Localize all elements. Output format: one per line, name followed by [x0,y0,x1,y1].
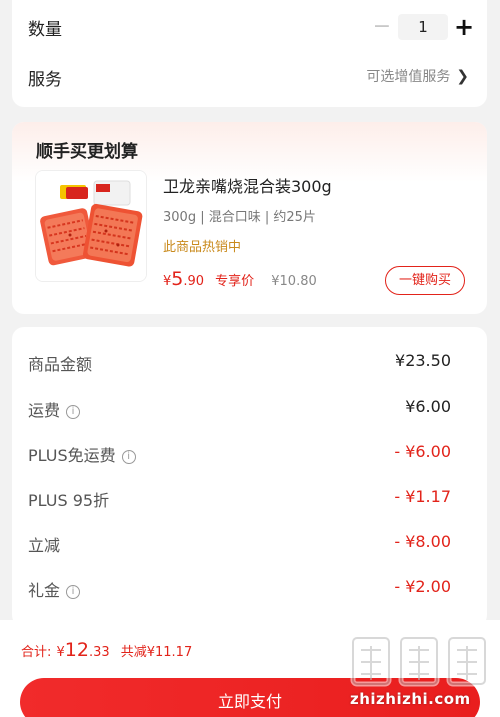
service-label: 服务 [28,70,62,90]
info-icon[interactable]: i [121,450,136,464]
spicy-strip-image [36,171,146,281]
info-icon[interactable]: i [66,405,81,419]
fee-value: - ¥8.00 [394,532,451,551]
original-price: ¥10.80 [271,274,317,289]
fee-label-text: 立减 [28,536,61,555]
order-options-card: 数量 − 1 + 服务 可选增值服务 ❯ [12,0,487,107]
fee-row-plus-free-shipping: PLUS免运费 i - ¥6.00 [28,442,451,466]
one-click-buy-button[interactable]: 一键购买 [385,266,465,295]
bundle-title: 顺手买更划算 [36,142,138,162]
price-integer: 5 [171,268,184,290]
order-total: 合计: ¥12.33 共减¥11.17 [21,639,192,661]
total-currency: ¥ [56,645,65,660]
fee-label: 运费 i [28,397,81,421]
quantity-increase-button[interactable]: + [452,14,476,40]
fee-label: 商品金额 [28,351,92,375]
bundle-offer-card: 顺手买更划算 卫龙亲嘴烧混合装300g 300g | 混合口味 | 约25片 此… [12,122,487,314]
fee-value: - ¥1.17 [394,487,451,506]
quantity-input[interactable]: 1 [398,14,448,40]
price-decimal: .90 [183,274,205,289]
chevron-right-icon: ❯ [456,67,469,85]
fee-value: - ¥2.00 [394,577,451,596]
quantity-decrease-button[interactable]: − [370,16,394,40]
fee-label-text: 礼金 [28,581,61,600]
fee-label: PLUS 95折 [28,487,109,511]
total-integer: 12 [64,639,89,661]
fee-row-goods-amount: 商品金额 ¥23.50 [28,351,451,375]
fee-label-text: 商品金额 [28,355,93,374]
fee-label-text: 运费 [28,401,61,420]
fee-value: ¥23.50 [395,351,451,370]
price-breakdown-card: 商品金额 ¥23.50 运费 i ¥6.00 PLUS免运费 i - ¥6.00 P… [12,327,487,627]
info-icon[interactable]: i [66,585,81,599]
fee-value: - ¥6.00 [394,442,451,461]
fee-row-gift-money: 礼金 i - ¥2.00 [28,577,451,601]
fee-row-shipping: 运费 i ¥6.00 [28,397,451,421]
fee-row-plus-discount: PLUS 95折 - ¥1.17 [28,487,451,511]
product-spec: 300g | 混合口味 | 约25片 [163,210,316,225]
price-tag: 专享价 [215,274,255,289]
total-saved: 共减¥11.17 [120,645,193,660]
fee-label: 立减 [28,532,60,556]
service-selector[interactable]: 可选增值服务 ❯ [366,66,469,86]
fee-label-text: PLUS免运费 [28,446,116,465]
fee-value: ¥6.00 [405,397,451,416]
fee-label-text: PLUS 95折 [28,491,110,510]
service-value: 可选增值服务 [366,69,451,85]
total-decimal: .33 [88,645,110,660]
fee-label: 礼金 i [28,577,81,601]
product-name[interactable]: 卫龙亲嘴烧混合装300g [163,173,332,197]
fee-row-instant-discount: 立减 - ¥8.00 [28,532,451,556]
hot-sale-label: 此商品热销中 [163,240,242,255]
product-image[interactable] [35,170,147,282]
product-price: ¥5.90 专享价 ¥10.80 [163,268,317,290]
fee-label: PLUS免运费 i [28,442,136,466]
watermark-text: zhizhizhi.com [350,690,471,708]
total-label: 合计: [21,645,52,660]
quantity-label: 数量 [28,20,62,40]
